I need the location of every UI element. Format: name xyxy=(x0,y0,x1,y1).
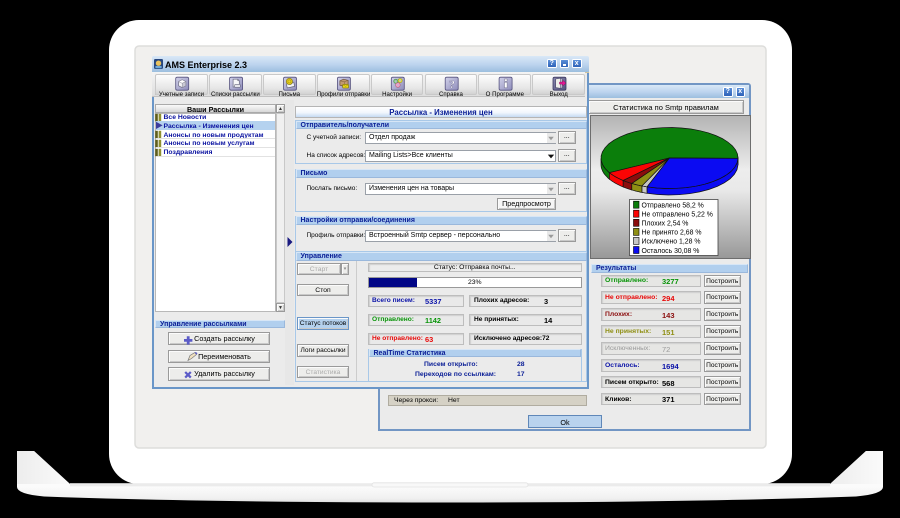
svg-text:Исключено 1,28 %: Исключено 1,28 % xyxy=(642,239,701,246)
svg-text:Плохих 2,54 %: Плохих 2,54 % xyxy=(642,221,689,228)
svg-text:?: ? xyxy=(449,79,455,91)
svg-text:Осталось 30,08 %: Осталось 30,08 % xyxy=(642,248,700,255)
svg-text:Отправлено 58,2 %: Отправлено 58,2 % xyxy=(642,203,704,210)
svg-text:Не принято 2,68 %: Не принято 2,68 % xyxy=(642,230,702,237)
svg-text:Не отправлено 5,22 %: Не отправлено 5,22 % xyxy=(642,212,713,219)
